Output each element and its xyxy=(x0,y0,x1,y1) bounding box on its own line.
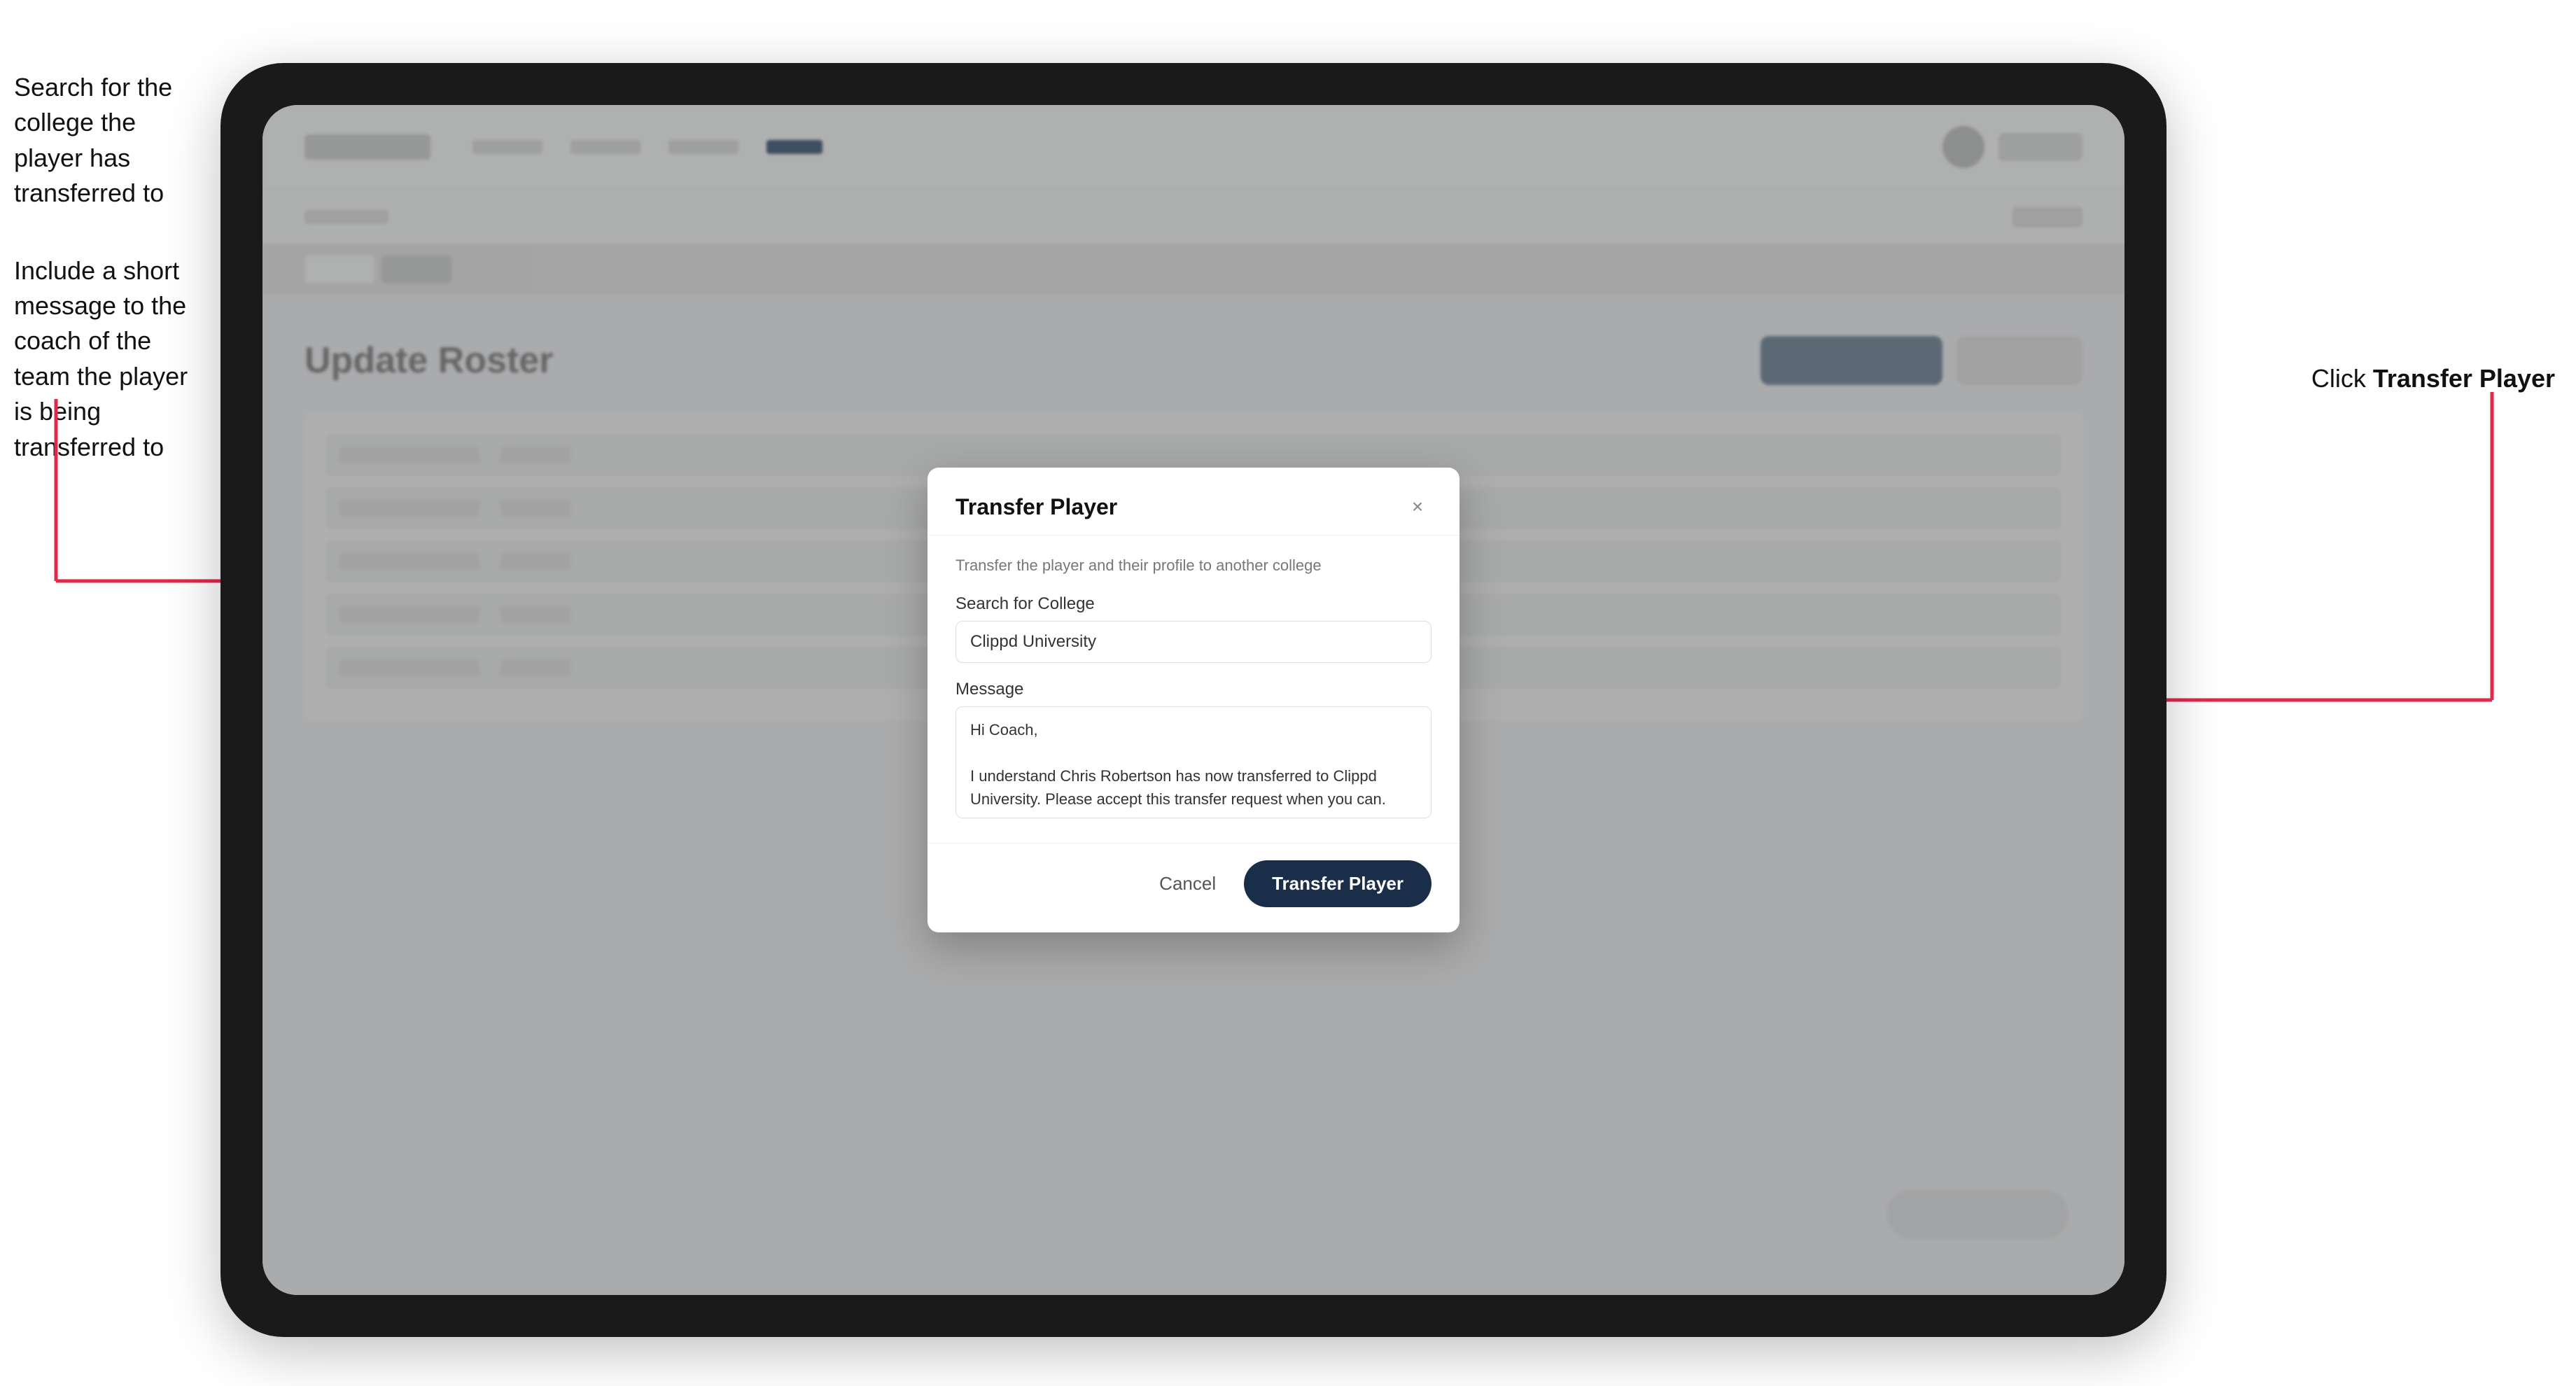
cancel-button[interactable]: Cancel xyxy=(1145,864,1230,903)
modal-footer: Cancel Transfer Player xyxy=(927,843,1460,932)
modal-header: Transfer Player × xyxy=(927,468,1460,536)
search-college-input[interactable] xyxy=(955,621,1432,663)
message-textarea[interactable] xyxy=(955,706,1432,818)
modal-backdrop: Transfer Player × Transfer the player an… xyxy=(262,105,2124,1295)
modal-close-button[interactable]: × xyxy=(1404,493,1432,521)
message-label: Message xyxy=(955,680,1432,699)
modal-body: Transfer the player and their profile to… xyxy=(927,536,1460,843)
annotation-click-text: Click xyxy=(2311,364,2373,393)
annotation-left: Search for the college the player has tr… xyxy=(14,70,210,465)
modal-subtitle: Transfer the player and their profile to… xyxy=(955,556,1432,575)
transfer-player-button[interactable]: Transfer Player xyxy=(1244,860,1432,907)
tablet-screen: Update Roster xyxy=(262,105,2124,1295)
annotation-transfer-bold: Transfer Player xyxy=(2373,364,2555,393)
search-label: Search for College xyxy=(955,594,1432,614)
tablet-frame: Update Roster xyxy=(220,63,2166,1337)
modal-title: Transfer Player xyxy=(955,494,1117,520)
annotation-right: Click Transfer Player xyxy=(2311,364,2555,393)
annotation-text-2: Include a short message to the coach of … xyxy=(14,253,210,465)
annotation-text-1: Search for the college the player has tr… xyxy=(14,70,210,211)
transfer-player-modal: Transfer Player × Transfer the player an… xyxy=(927,468,1460,932)
